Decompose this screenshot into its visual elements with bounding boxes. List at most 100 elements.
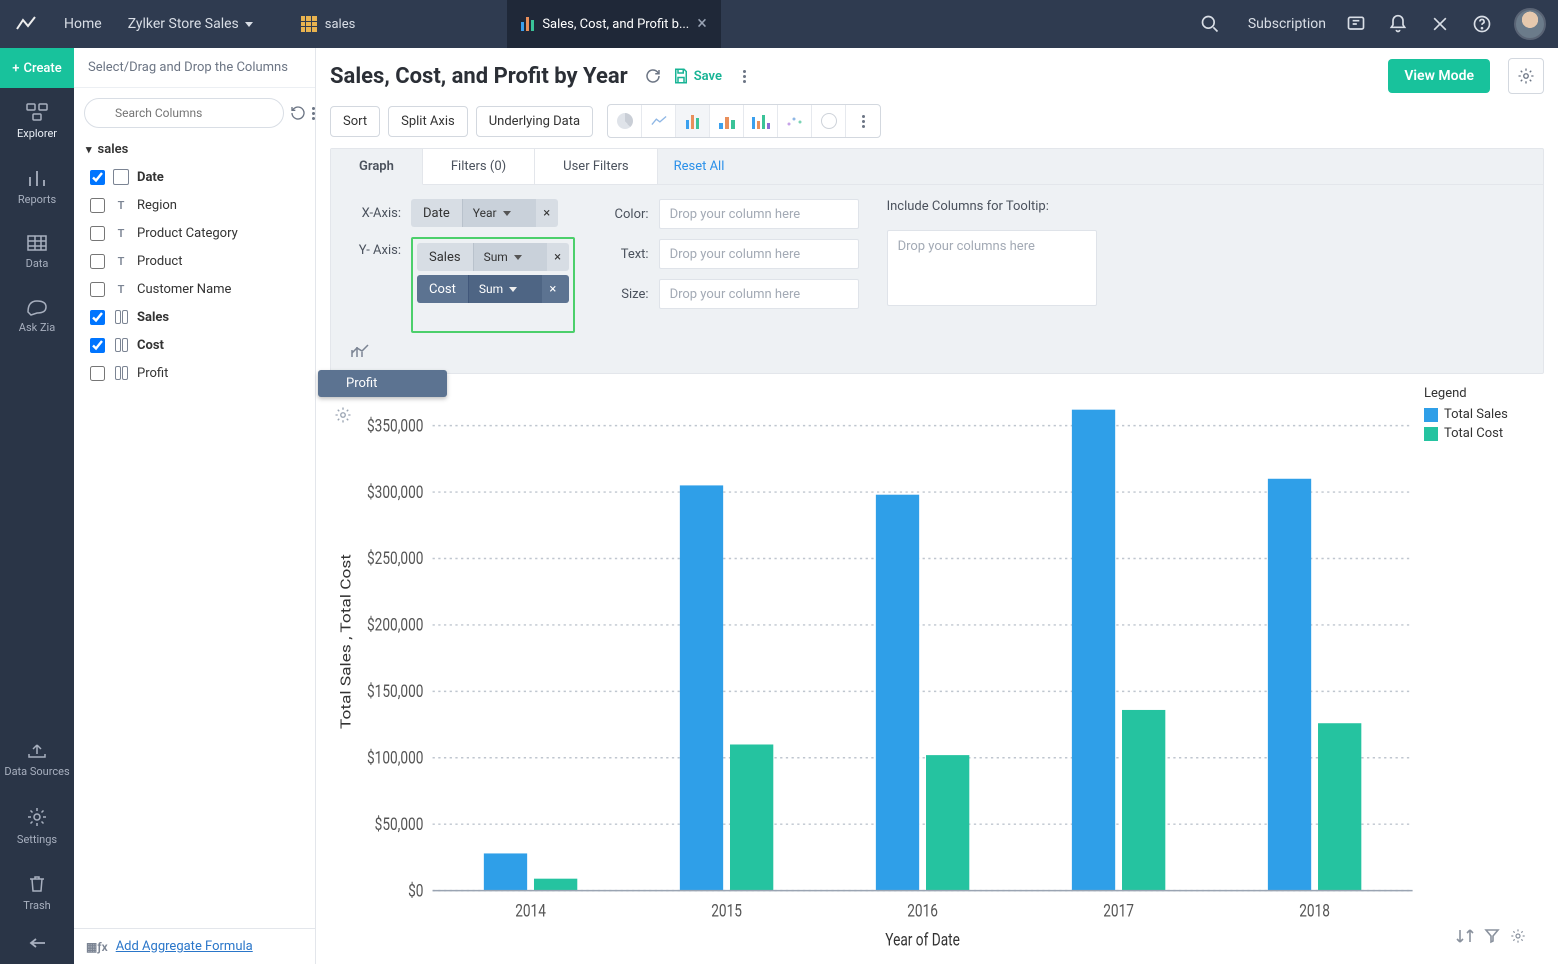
create-button[interactable]: + Create xyxy=(0,48,74,88)
chart-icon xyxy=(521,17,534,31)
sort-icon[interactable] xyxy=(1456,928,1474,944)
legend-item[interactable]: Total Cost xyxy=(1424,426,1544,441)
report-settings-icon[interactable] xyxy=(1508,58,1544,94)
underlying-data-button[interactable]: Underlying Data xyxy=(476,106,593,137)
sort-button[interactable]: Sort xyxy=(330,106,380,137)
add-aggregate-formula-link[interactable]: Add Aggregate Formula xyxy=(116,939,253,954)
pill-remove-icon[interactable]: × xyxy=(536,199,558,227)
tab-report-active[interactable]: Sales, Cost, and Profit b... × xyxy=(507,0,721,48)
config-tab-user-filters[interactable]: User Filters xyxy=(535,149,657,184)
config-tab-graph[interactable]: Graph xyxy=(331,149,423,185)
rail-data[interactable]: Data xyxy=(0,220,74,284)
rail-settings[interactable]: Settings xyxy=(0,792,74,860)
refresh-icon[interactable] xyxy=(290,102,306,124)
chart-type-pie[interactable] xyxy=(608,105,642,137)
rail-label: Reports xyxy=(18,193,56,206)
chart-type-stacked-bar[interactable] xyxy=(710,105,744,137)
svg-text:Total Sales , Total Cost: Total Sales , Total Cost xyxy=(338,554,354,729)
column-checkbox[interactable] xyxy=(90,310,105,325)
column-item-customer-name[interactable]: T Customer Name xyxy=(86,275,303,303)
svg-text:2017: 2017 xyxy=(1103,901,1134,921)
column-item-product[interactable]: TProduct xyxy=(86,247,303,275)
tooltip-dropzone[interactable]: Drop your columns here xyxy=(887,230,1097,306)
text-type-icon: T xyxy=(113,281,129,297)
help-icon[interactable] xyxy=(1470,12,1494,36)
config-reset-all[interactable]: Reset All xyxy=(658,149,741,184)
workspace-selector[interactable]: Zylker Store Sales xyxy=(120,10,261,38)
column-checkbox[interactable] xyxy=(90,338,105,353)
legend-title: Legend xyxy=(1424,386,1544,401)
column-item-sales[interactable]: Sales xyxy=(86,303,303,331)
app-logo[interactable] xyxy=(12,10,40,38)
close-icon[interactable]: × xyxy=(697,15,707,33)
chart-type-map[interactable] xyxy=(812,105,846,137)
table-header[interactable]: ▾ sales xyxy=(74,138,315,163)
pill-option[interactable]: Year xyxy=(462,199,536,227)
color-dropzone[interactable]: Drop your column here xyxy=(659,199,859,229)
pill-option[interactable]: Sum xyxy=(473,243,547,271)
column-checkbox[interactable] xyxy=(90,254,105,269)
rail-explorer[interactable]: Explorer xyxy=(0,88,74,154)
pill-option[interactable]: Sum xyxy=(468,275,542,303)
whats-new-icon[interactable] xyxy=(1344,12,1368,36)
legend-item[interactable]: Total Sales xyxy=(1424,407,1544,422)
column-label: Customer Name xyxy=(137,282,231,297)
column-checkbox[interactable] xyxy=(90,198,105,213)
pill-name: Cost xyxy=(417,282,468,297)
y-axis-field-sales[interactable]: Sales Sum × xyxy=(417,243,569,271)
rail-trash[interactable]: Trash xyxy=(0,860,74,926)
size-dropzone[interactable]: Drop your column here xyxy=(659,279,859,309)
rail-data-sources[interactable]: Data Sources xyxy=(0,726,74,792)
refresh-report-icon[interactable] xyxy=(644,67,662,85)
chart-footer-tools xyxy=(1456,928,1526,944)
notifications-icon[interactable] xyxy=(1386,12,1410,36)
column-item-profit[interactable]: Profit xyxy=(86,359,303,387)
chart-type-scatter[interactable] xyxy=(778,105,812,137)
svg-text:2014: 2014 xyxy=(515,901,546,921)
search-icon[interactable] xyxy=(1198,12,1222,36)
rail-collapse[interactable] xyxy=(0,926,74,964)
column-item-product-category[interactable]: TProduct Category xyxy=(86,219,303,247)
column-checkbox[interactable] xyxy=(90,226,105,241)
config-tab-filters[interactable]: Filters (0) xyxy=(423,149,535,184)
column-item-cost[interactable]: Cost xyxy=(86,331,303,359)
topbar: Home Zylker Store Sales sales Sales, Cos… xyxy=(0,0,1558,48)
column-label: Date xyxy=(137,170,164,185)
columns-search-input[interactable] xyxy=(84,98,284,128)
tools-icon[interactable] xyxy=(1428,12,1452,36)
subscription-link[interactable]: Subscription xyxy=(1248,16,1326,32)
y-axis-dropzone[interactable]: Sales Sum × Cost Sum × xyxy=(411,237,575,333)
gear-icon[interactable] xyxy=(1510,928,1526,944)
user-avatar[interactable] xyxy=(1514,8,1546,40)
save-button[interactable]: Save xyxy=(672,67,722,85)
filter-icon[interactable] xyxy=(1484,928,1500,944)
x-axis-field-pill[interactable]: Date Year × xyxy=(411,199,558,227)
y-axis-field-cost[interactable]: Cost Sum × xyxy=(417,275,569,303)
legend-label: Total Sales xyxy=(1444,407,1508,422)
column-checkbox[interactable] xyxy=(90,366,105,381)
columns-panel-header: Select/Drag and Drop the Columns xyxy=(74,48,315,88)
columns-more-icon[interactable] xyxy=(312,107,315,120)
report-more-icon[interactable] xyxy=(738,70,752,83)
column-checkbox[interactable] xyxy=(90,170,105,185)
svg-text:$150,000: $150,000 xyxy=(367,682,423,702)
chart-type-grouped-bar[interactable] xyxy=(744,105,778,137)
column-item-date[interactable]: Date xyxy=(86,163,303,191)
rail-ask-zia[interactable]: Ask Zia xyxy=(0,284,74,348)
tooltip-columns-label: Include Columns for Tooltip: xyxy=(887,199,1097,214)
text-dropzone[interactable]: Drop your column here xyxy=(659,239,859,269)
column-checkbox[interactable] xyxy=(90,282,105,297)
chart-type-bar[interactable] xyxy=(676,105,710,137)
chart-type-more-icon[interactable] xyxy=(846,105,880,137)
combo-icon[interactable] xyxy=(349,343,401,359)
rail-reports[interactable]: Reports xyxy=(0,154,74,220)
column-label: Product xyxy=(137,254,182,269)
chart-type-line[interactable] xyxy=(642,105,676,137)
view-mode-button[interactable]: View Mode xyxy=(1388,59,1490,93)
split-axis-button[interactable]: Split Axis xyxy=(388,106,468,137)
pill-remove-icon[interactable]: × xyxy=(542,275,564,303)
column-item-region[interactable]: TRegion xyxy=(86,191,303,219)
nav-home[interactable]: Home xyxy=(54,10,112,38)
tab-datasource-sales[interactable]: sales xyxy=(287,0,370,48)
pill-remove-icon[interactable]: × xyxy=(547,243,569,271)
